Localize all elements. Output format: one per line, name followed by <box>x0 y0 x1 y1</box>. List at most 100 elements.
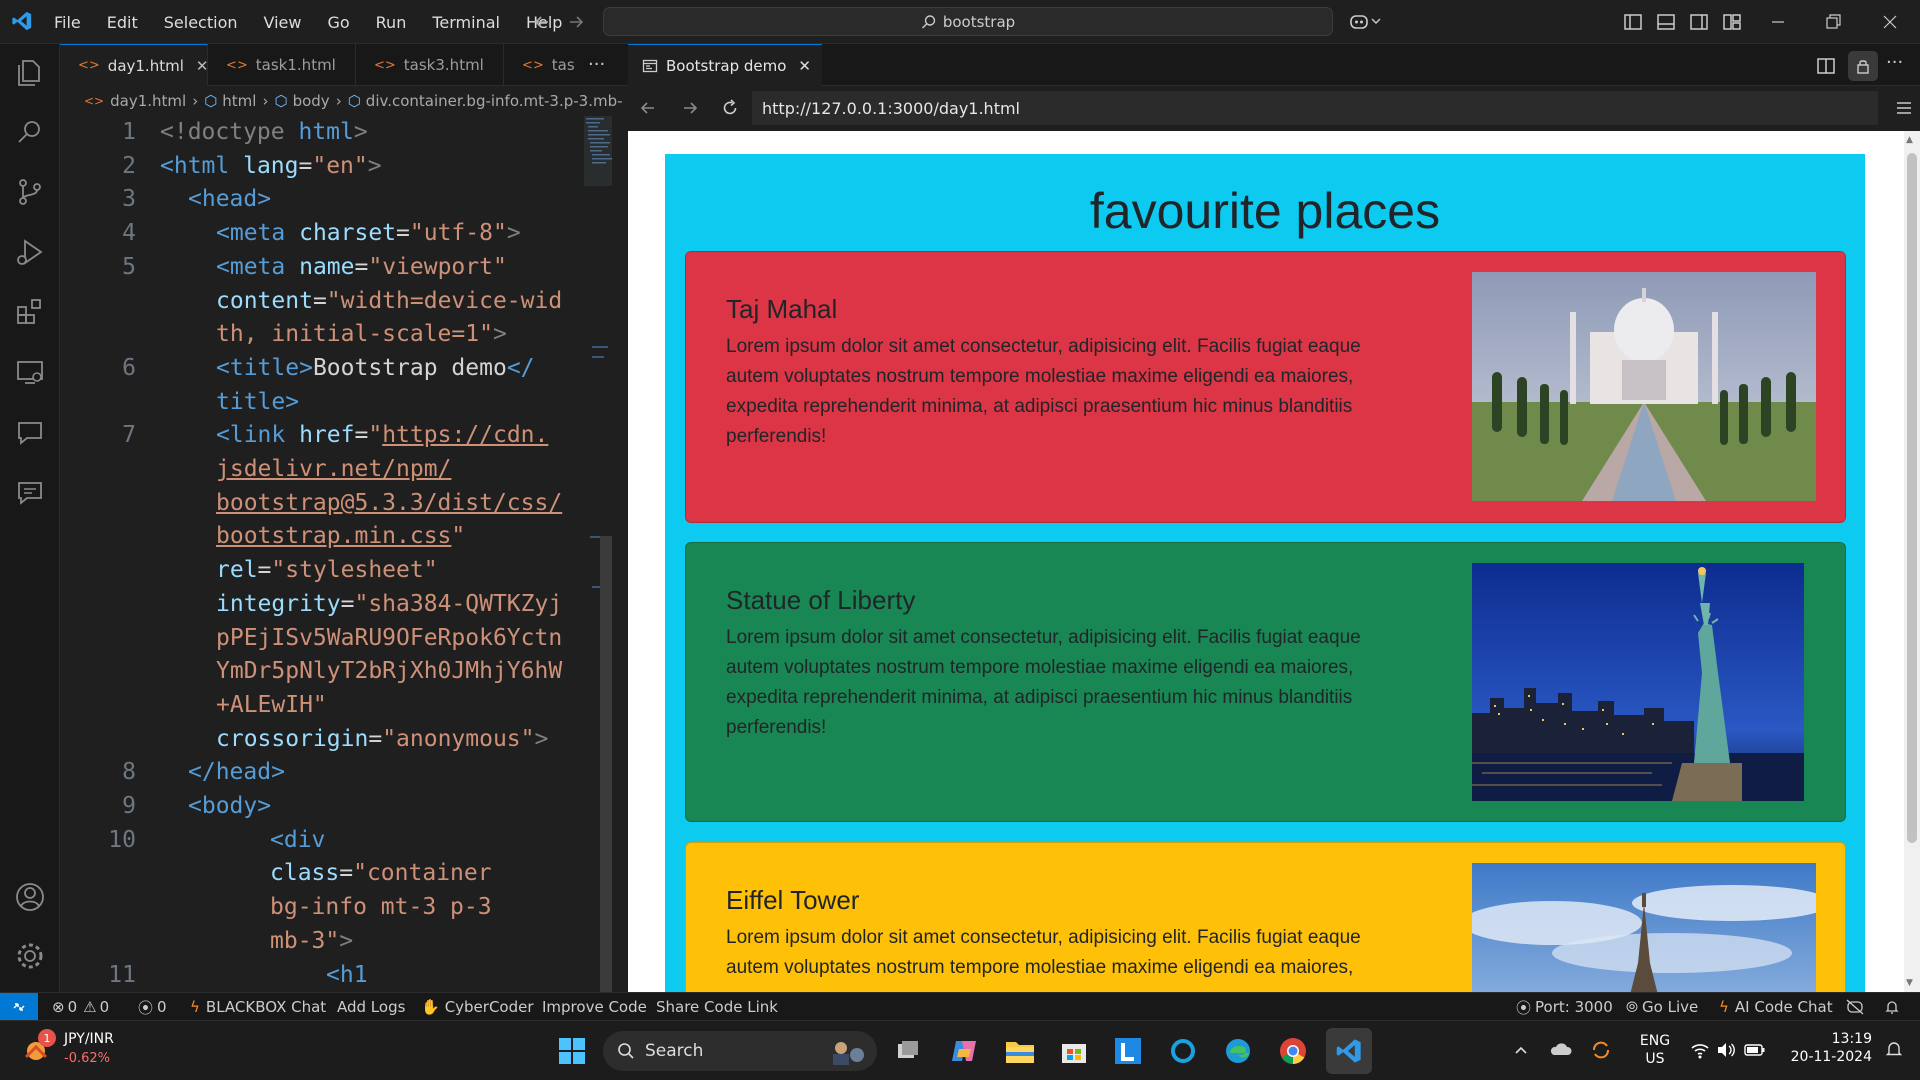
search-view-icon[interactable] <box>13 115 47 149</box>
toggle-sidebar-icon[interactable] <box>1623 12 1643 32</box>
minimize-icon[interactable] <box>1768 12 1788 32</box>
l-app-icon[interactable] <box>1108 1031 1148 1071</box>
line-number: 11 <box>108 961 136 988</box>
forward-arrow-icon[interactable] <box>566 12 586 32</box>
notifications-bell-icon[interactable] <box>1884 993 1900 1021</box>
breadcrumb-file[interactable]: day1.html <box>110 92 186 110</box>
source-control-icon[interactable] <box>13 175 47 209</box>
account-icon[interactable] <box>13 880 47 914</box>
settings-gear-icon[interactable] <box>13 939 47 973</box>
code-line: bg-info mt-3 p-3 <box>270 894 492 921</box>
share-code-link-button[interactable]: Share Code Link <box>656 993 778 1021</box>
taj-mahal-image <box>1472 272 1816 501</box>
split-editor-icon[interactable] <box>1816 56 1836 76</box>
battery-icon[interactable] <box>1744 1042 1766 1058</box>
scroll-up-icon[interactable]: ▲ <box>1906 135 1913 145</box>
breadcrumb-div[interactable]: div.container.bg-info.mt-3.p-3.mb- <box>366 92 623 110</box>
tab-task-truncated[interactable]: <> task <box>504 44 576 86</box>
back-arrow-icon[interactable] <box>532 12 552 32</box>
extensions-icon[interactable] <box>13 295 47 329</box>
close-window-icon[interactable] <box>1880 12 1900 32</box>
ports-indicator[interactable]: ⦿ 0 <box>138 993 167 1021</box>
page-scrollbar[interactable]: ▲ ▼ <box>1904 131 1920 992</box>
clock[interactable]: 13:19 20-11-2024 <box>1782 1031 1872 1065</box>
line-number: 9 <box>122 793 136 819</box>
scroll-down-icon[interactable]: ▼ <box>1906 978 1913 988</box>
code-line: <title>Bootstrap demo</ <box>216 354 535 381</box>
toggle-secondary-sidebar-icon[interactable] <box>1689 12 1709 32</box>
menu-selection[interactable]: Selection <box>164 13 238 32</box>
windows-start-icon[interactable] <box>552 1031 592 1071</box>
menu-terminal[interactable]: Terminal <box>432 13 500 32</box>
cortana-icon[interactable] <box>1163 1031 1203 1071</box>
customize-layout-icon[interactable] <box>1722 12 1742 32</box>
improve-code-button[interactable]: Improve Code <box>542 993 647 1021</box>
scroll-thumb[interactable] <box>1907 153 1917 843</box>
code-line: crossorigin="anonymous"> <box>216 725 549 752</box>
vscode-taskbar-icon[interactable] <box>1326 1028 1372 1074</box>
restore-icon[interactable] <box>1823 12 1843 32</box>
chevron-up-icon[interactable] <box>1512 1041 1530 1059</box>
ai-code-chat-button[interactable]: ϟ AI Code Chat <box>1719 993 1833 1021</box>
breadcrumb-html[interactable]: html <box>222 92 256 110</box>
chrome-icon[interactable] <box>1273 1031 1313 1071</box>
comments-icon[interactable] <box>13 475 47 509</box>
menu-run[interactable]: Run <box>376 13 407 32</box>
task-view-icon[interactable] <box>888 1031 928 1071</box>
url-input[interactable]: http://127.0.0.1:3000/day1.html <box>752 91 1878 125</box>
copilot-icon[interactable] <box>1348 10 1382 32</box>
go-live-button[interactable]: ⦾ Go Live <box>1626 993 1698 1021</box>
chevron-right-icon: › <box>192 92 199 110</box>
port-indicator[interactable]: ⦿ Port: 3000 <box>1516 993 1613 1021</box>
html-file-icon: <> <box>522 57 544 73</box>
ticker-name[interactable]: JPY/INR <box>64 1031 114 1047</box>
add-logs-button[interactable]: Add Logs <box>337 993 405 1021</box>
tab-day1[interactable]: <> day1.html ✕ <box>60 44 208 86</box>
toggle-panel-icon[interactable] <box>1656 12 1676 32</box>
vscode-logo-icon <box>11 10 33 32</box>
more-actions-icon[interactable]: ··· <box>1886 52 1903 73</box>
cybercoder-button[interactable]: ✋ CyberCoder <box>421 993 534 1021</box>
remote-indicator[interactable] <box>0 993 38 1021</box>
menu-edit[interactable]: Edit <box>107 13 138 32</box>
explorer-icon[interactable] <box>13 55 47 89</box>
tab-task1[interactable]: <> task1.html <box>208 44 356 86</box>
remote-explorer-icon[interactable] <box>13 355 47 389</box>
close-tab-icon[interactable]: ✕ <box>196 57 209 75</box>
problems-indicator[interactable]: ⊗ 0 ⚠ 0 <box>52 993 109 1021</box>
onedrive-icon[interactable] <box>1548 1039 1572 1059</box>
blackbox-chat-button[interactable]: ϟ BLACKBOX Chat <box>190 993 326 1021</box>
command-center-search[interactable]: bootstrap <box>603 7 1333 36</box>
reload-icon[interactable] <box>720 98 740 118</box>
lock-icon[interactable] <box>1848 51 1878 81</box>
browser-forward-icon[interactable] <box>680 98 700 118</box>
sync-icon[interactable] <box>1590 1039 1612 1061</box>
minimap[interactable] <box>584 116 612 992</box>
copilot-app-icon[interactable] <box>944 1031 984 1071</box>
code-line: <div <box>270 826 326 853</box>
copilot-status-icon[interactable] <box>1846 993 1864 1021</box>
hamburger-menu-icon[interactable] <box>1894 98 1914 118</box>
tab-task3[interactable]: <> task3.html <box>356 44 504 86</box>
file-explorer-icon[interactable] <box>1000 1031 1040 1071</box>
notification-center-icon[interactable] <box>1884 1039 1904 1059</box>
close-tab-icon[interactable]: ✕ <box>798 57 811 75</box>
taskbar-search-box[interactable]: Search <box>603 1031 877 1071</box>
breadcrumb-body[interactable]: body <box>293 92 330 110</box>
chat-icon[interactable] <box>13 415 47 449</box>
menu-go[interactable]: Go <box>327 13 349 32</box>
volume-icon[interactable] <box>1716 1041 1736 1059</box>
language-indicator[interactable]: ENG US <box>1636 1033 1674 1067</box>
wifi-icon[interactable] <box>1690 1041 1710 1059</box>
menu-file[interactable]: File <box>54 13 81 32</box>
menu-view[interactable]: View <box>264 13 302 32</box>
remote-icon <box>13 1003 25 1011</box>
more-actions-icon[interactable]: ··· <box>588 54 605 75</box>
browser-back-icon[interactable] <box>638 98 658 118</box>
edge-icon[interactable] <box>1218 1031 1258 1071</box>
microsoft-store-icon[interactable] <box>1054 1031 1094 1071</box>
tab-bootstrap-demo[interactable]: Bootstrap demo ✕ <box>628 44 822 86</box>
run-debug-icon[interactable] <box>13 235 47 269</box>
code-editor[interactable]: 1 2 3 4 5 6 7 8 9 10 11 <!doctype html> <html lang… <box>60 116 600 992</box>
html-file-icon: <> <box>226 57 248 73</box>
